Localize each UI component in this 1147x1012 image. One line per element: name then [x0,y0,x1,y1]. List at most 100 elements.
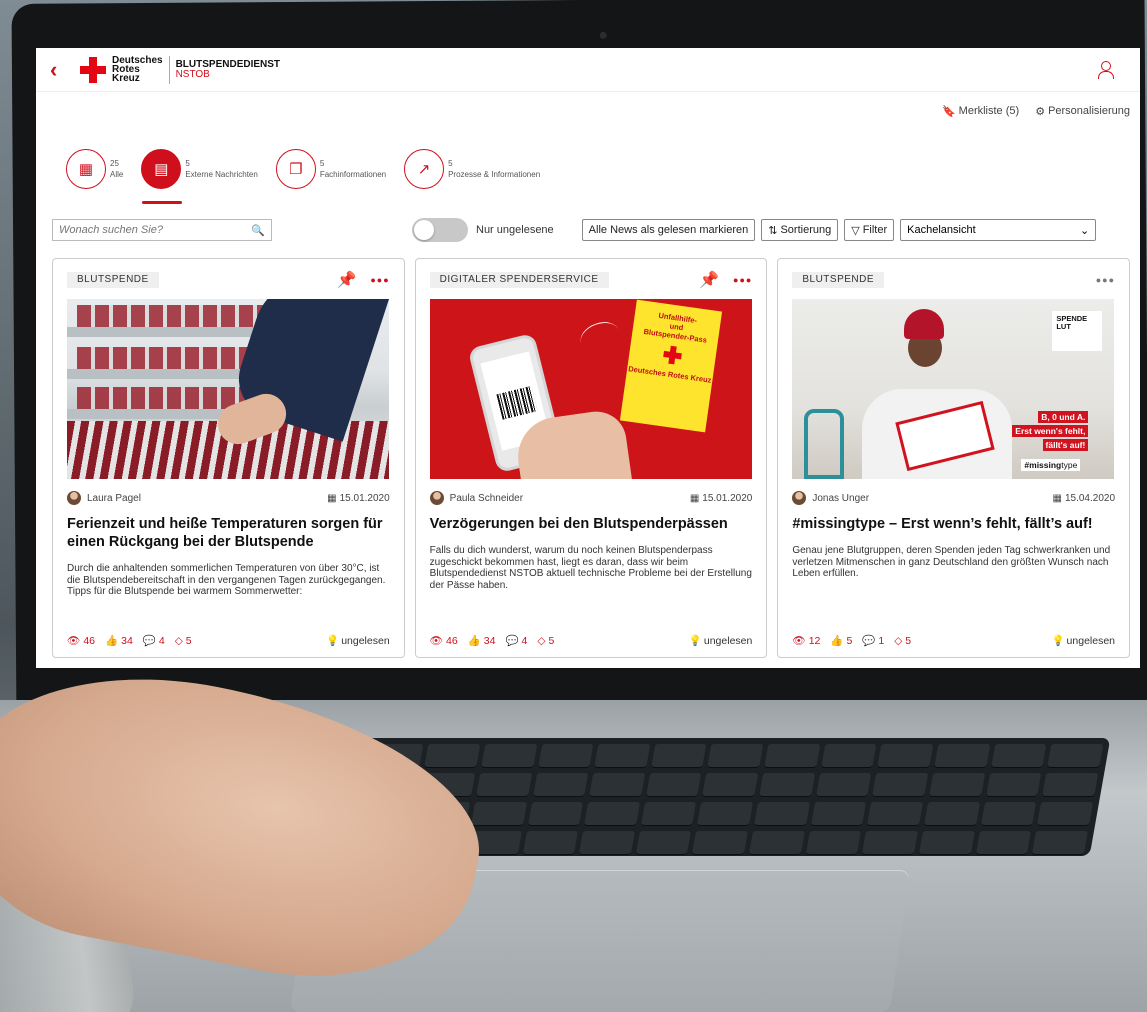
search-field[interactable]: 🔍 [52,219,272,241]
comments-stat[interactable]: 💬 4 [505,634,528,648]
spende-blut-logo: SPENDE LUT [1052,311,1103,351]
header-divider [168,55,170,84]
news-card[interactable]: DIGITALER SPENDERSERVICE 📌 ●●● Unfallhil… [414,258,768,658]
more-options-icon[interactable]: ●●● [370,275,389,285]
mark-all-read-button[interactable]: Alle News als gelesen markieren [581,219,756,241]
likes-count: 34 [121,634,133,647]
tab-prozesse-informationen[interactable]: ↗ 5 Prozesse & Informationen [404,149,540,189]
mark-all-read-label: Alle News als gelesen markieren [588,224,749,236]
tab-text: 5 Fachinformationen [320,158,386,180]
campaign-text-line: B, 0 und A. [1038,411,1089,423]
author-name[interactable]: Laura Pagel [87,493,141,504]
comment-icon: 💬 [862,635,876,647]
tab-alle[interactable]: ▦ 25 Alle [66,149,123,189]
likes-stat[interactable]: 👍 34 [467,634,496,648]
comments-stat[interactable]: 💬 1 [862,634,884,648]
author-name[interactable]: Jonas Unger [812,493,869,504]
view-select-value: Kachelansicht [907,224,976,236]
card-title[interactable]: Ferienzeit und heiße Temperaturen sorgen… [67,515,390,551]
chevron-left-icon[interactable]: ‹ [50,57,74,83]
search-icon[interactable]: 🔍 [251,224,265,237]
tab-text: 5 Externe Nachrichten [185,158,257,180]
card-footer: 👁 46 👍 34 💬 4 ◇ 5 💡 ungelesen [429,634,753,648]
sub-bar: 🔖 Merkliste (5) ⚙ Personalisierung [36,92,1140,130]
card-title[interactable]: #missingtype – Erst wenn’s fehlt, fällt’… [792,515,1115,533]
webcam [599,31,607,39]
sort-button[interactable]: ⇅ Sortierung [761,219,839,241]
process-icon: ↗ [404,149,445,189]
comments-stat[interactable]: 💬 4 [143,634,165,648]
comments-count: 4 [521,634,528,647]
eye-icon: 👁 [429,635,444,647]
news-card[interactable]: BLUTSPENDE ●●● SPENDE LUT B, 0 und A. Er… [777,258,1131,658]
service-subtitle: NSTOB [175,68,210,80]
news-card[interactable]: BLUTSPENDE 📌 ●●● Laura Pagel ▦ 15.01.202… [52,258,405,658]
views-count: 12 [808,634,821,647]
read-status[interactable]: 💡 ungelesen [326,634,390,648]
sort-icon: ⇅ [768,224,778,237]
pin-icon[interactable]: 📌 [699,270,719,290]
likes-stat[interactable]: 👍 34 [105,634,133,648]
card-date: ▦ 15.04.2020 [1053,493,1116,504]
read-status-label: ungelesen [703,634,753,647]
calendar-icon: ▦ [1052,492,1062,504]
campaign-text-line: Erst wenn's fehlt, [1012,425,1089,437]
sort-label: Sortierung [780,224,832,236]
unread-toggle[interactable] [412,218,468,242]
category-badge: BLUTSPENDE [792,272,885,288]
read-status-label: ungelesen [341,634,390,647]
views-stat: 👁 12 [792,634,821,648]
card-body: Genau jene Blutgruppen, deren Spenden je… [792,545,1111,579]
shares-count: 5 [185,634,192,647]
category-badge: DIGITALER SPENDERSERVICE [429,272,609,288]
hashtag-rest: type [1061,460,1078,470]
news-cards: BLUTSPENDE 📌 ●●● Laura Pagel ▦ 15.01.202… [36,252,1140,658]
filter-button[interactable]: ▽ Filter [844,219,895,241]
read-status[interactable]: 💡 ungelesen [689,634,753,648]
views-stat: 👁 46 [67,634,95,648]
tab-count: 5 [185,159,190,168]
date-value: 15.01.2020 [702,492,753,504]
card-header: DIGITALER SPENDERSERVICE 📌 ●●● [429,270,753,290]
personalization-link[interactable]: ⚙ Personalisierung [1035,105,1130,118]
gear-icon: ⚙ [1035,105,1046,118]
eye-icon: 👁 [792,635,806,647]
read-status[interactable]: 💡 ungelesen [1051,634,1115,648]
bookmark-icon: 🔖 [941,105,956,118]
pin-icon[interactable]: 📌 [336,270,356,290]
grid-icon: ▦ [66,149,106,189]
lightbulb-icon: 💡 [326,635,340,647]
shares-stat[interactable]: ◇ 5 [537,635,554,647]
barcode [496,385,538,420]
tab-fachinformationen[interactable]: ❐ 5 Fachinformationen [275,149,386,189]
shares-count: 5 [548,634,555,647]
card-footer: 👁 12 👍 5 💬 1 ◇ 5 💡 ungelesen [792,634,1115,648]
tab-count: 5 [448,159,453,168]
logo-text-line: LUT [1056,322,1071,331]
user-icon[interactable] [1098,60,1114,79]
view-select[interactable]: Kachelansicht ⌄ [900,219,1097,241]
tab-label: Externe Nachrichten [185,170,258,179]
arrow-graphic [576,317,624,357]
campaign-text-line: fällt's auf! [1042,439,1089,451]
card-title[interactable]: Verzögerungen bei den Blutspenderpässen [430,515,753,533]
author-name[interactable]: Paula Schneider [450,493,523,504]
chevron-down-icon: ⌄ [1079,224,1090,237]
more-options-icon[interactable]: ●●● [1096,275,1115,285]
shares-stat[interactable]: ◇ 5 [894,635,911,647]
service-title: BLUTSPENDEDIENST [175,58,281,70]
organization-name: Deutsches Rotes Kreuz [112,56,163,84]
watchlist-link[interactable]: 🔖 Merkliste (5) [942,105,1019,118]
card-meta: Laura Pagel ▦ 15.01.2020 [67,491,390,505]
shares-stat[interactable]: ◇ 5 [175,635,192,647]
org-line-3: Kreuz [112,73,140,84]
category-tabs: ▦ 25 Alle ▤ 5 Externe Nachrichten ❐ 5 Fa… [36,130,1140,208]
thumbs-up-icon: 👍 [467,635,481,647]
likes-stat[interactable]: 👍 5 [830,634,852,648]
card-date: ▦ 15.01.2020 [327,493,390,504]
card-image-missingtype: SPENDE LUT B, 0 und A. Erst wenn's fehlt… [792,299,1115,479]
search-input[interactable] [59,224,252,236]
pass-text-line: Deutsches Rotes Kreuz [627,364,712,385]
tab-externe-nachrichten[interactable]: ▤ 5 Externe Nachrichten [141,149,258,204]
more-options-icon[interactable]: ●●● [733,275,752,285]
